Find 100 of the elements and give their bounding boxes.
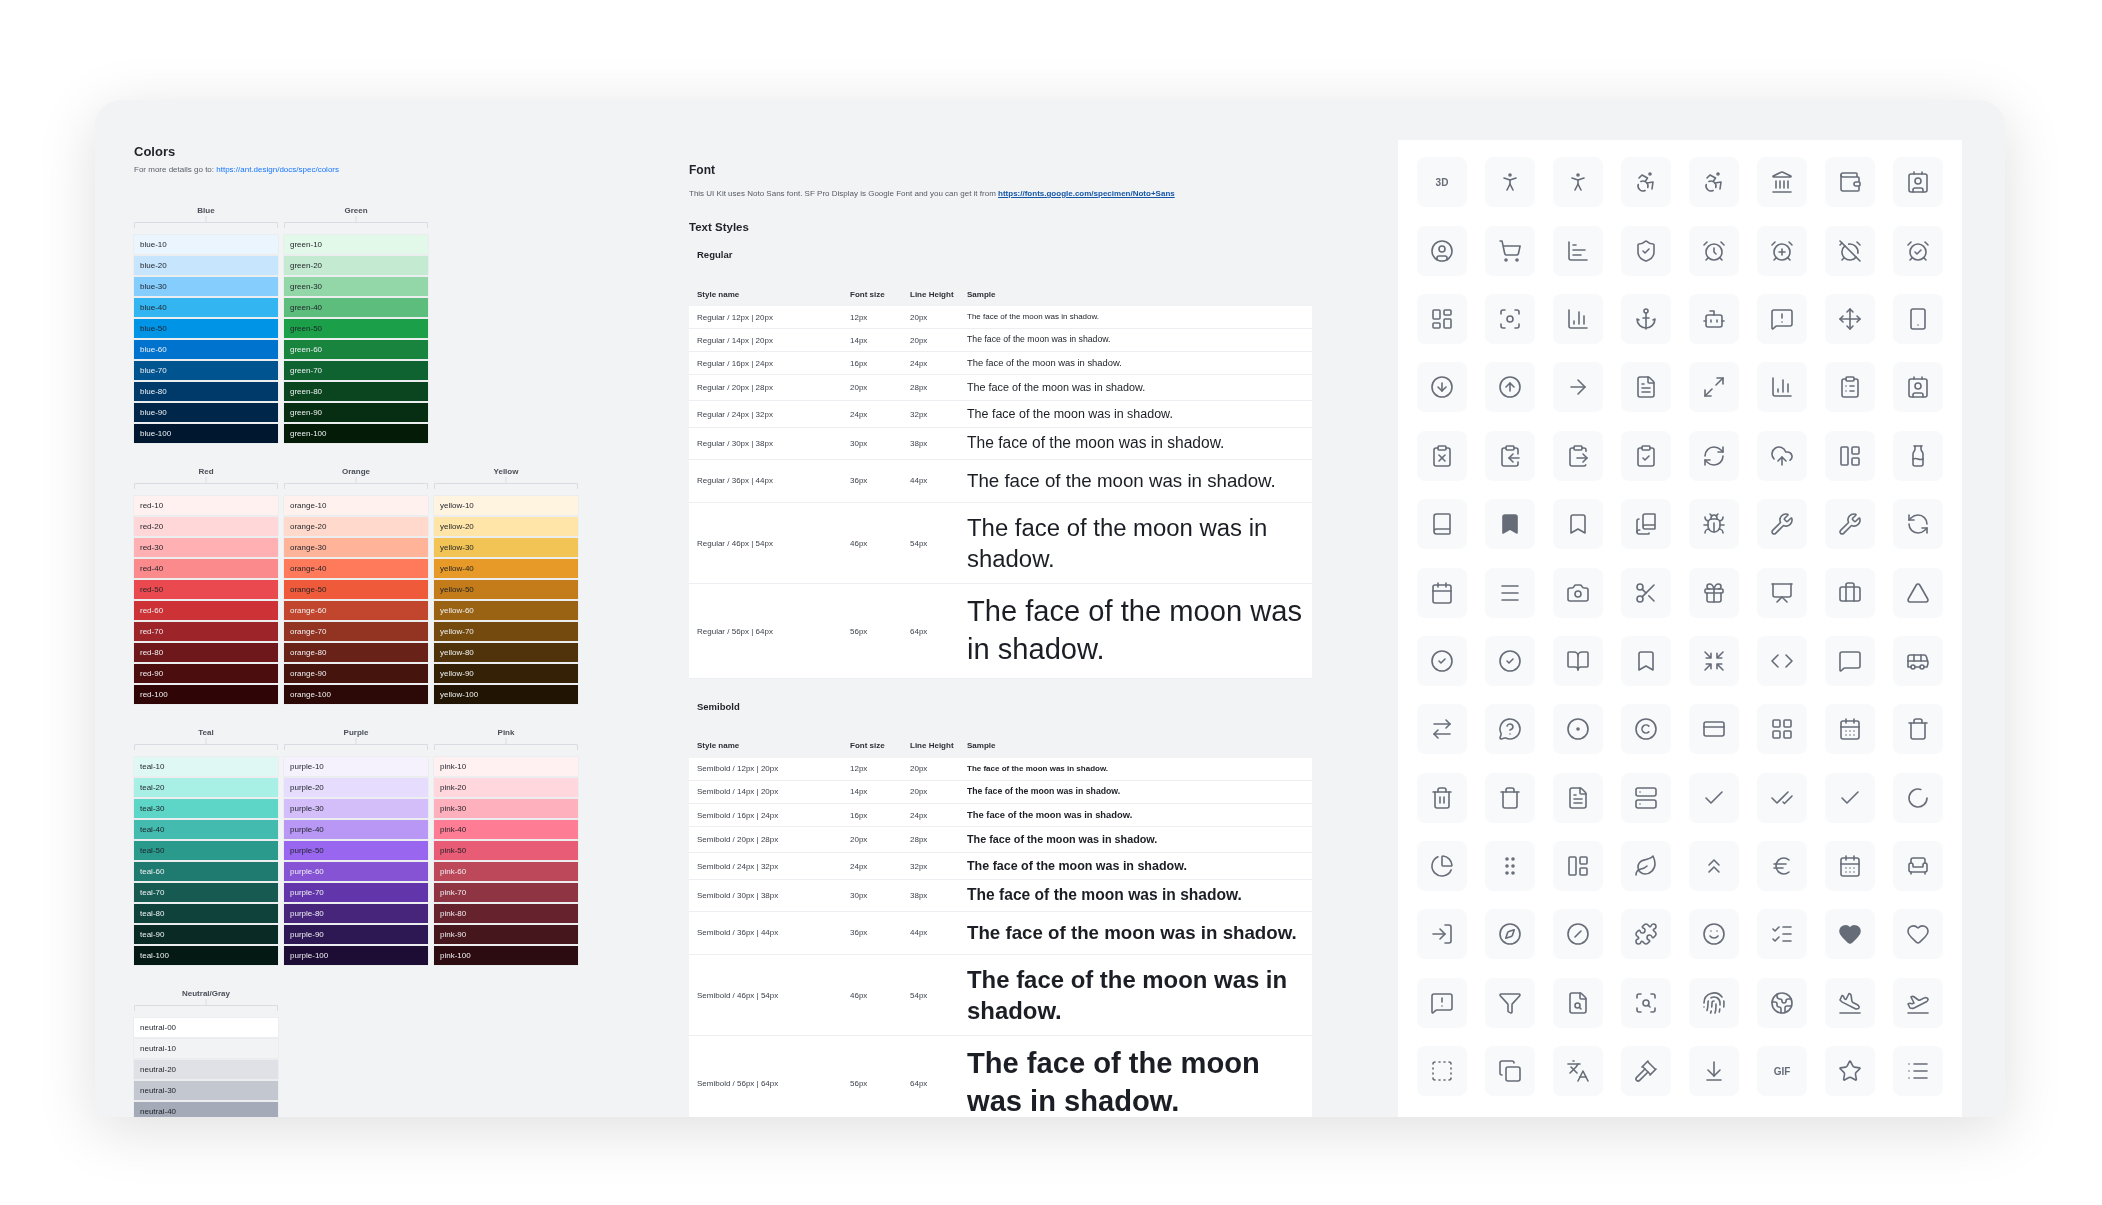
sample-text: The face of the moon was in shadow. xyxy=(967,762,1110,775)
color-swatch: teal-70 xyxy=(134,883,278,902)
gavel-icon xyxy=(1634,1059,1658,1084)
message-warning-icon xyxy=(1430,990,1454,1015)
clipboard-paste-icon xyxy=(1566,443,1590,468)
color-swatch: teal-80 xyxy=(134,904,278,923)
color-swatch: blue-20 xyxy=(134,256,278,275)
table-cell-text: Regular / 12px | 20px xyxy=(697,312,774,322)
message-icon xyxy=(1838,648,1862,673)
alarm-plus-icon xyxy=(1770,238,1794,263)
color-swatch: blue-60 xyxy=(134,340,278,359)
table-cell-text: Regular / 36px | 44px xyxy=(697,476,774,486)
layout-icon xyxy=(1566,854,1590,879)
color-swatch: blue-90 xyxy=(134,403,278,422)
table-cell-text: 20px xyxy=(850,383,869,392)
bank-icon xyxy=(1770,170,1794,195)
color-swatch: red-30 xyxy=(134,538,278,557)
dashboard-icon xyxy=(1430,306,1454,331)
table-cell-text: 38px xyxy=(910,439,929,449)
color-swatch: orange-10 xyxy=(284,496,428,515)
server-icon xyxy=(1634,785,1658,810)
color-swatch: teal-40 xyxy=(134,820,278,839)
table-cell-text: 30px xyxy=(850,439,869,449)
table-cell-text: 54px xyxy=(910,538,929,548)
table-cell-text: 56px xyxy=(850,1078,869,1088)
sample-text: The face of the moon was in shadow. xyxy=(967,433,1226,454)
cart-icon xyxy=(1498,238,1522,263)
color-swatch: teal-10 xyxy=(134,757,278,776)
color-swatch: green-60 xyxy=(284,340,428,359)
book-icon xyxy=(1430,512,1454,537)
table-cell-text: 24px xyxy=(850,861,869,871)
expand-icon xyxy=(1702,375,1726,400)
clipboard-check-icon xyxy=(1634,443,1658,468)
sample-text: The face of the moon was in shadow. xyxy=(967,785,1122,799)
sample-text: The face of the moon was in shadow. xyxy=(967,832,1159,848)
table-cell-text: Regular / 46px | 54px xyxy=(697,538,774,548)
color-swatch: blue-80 xyxy=(134,382,278,401)
sample-text: The face of the moon was in shadow. xyxy=(967,310,1101,323)
presentation-icon xyxy=(1770,580,1794,605)
sample-text: The face of the moon was in shadow. xyxy=(967,965,1289,1027)
color-swatch: blue-30 xyxy=(134,277,278,296)
table-cell-text: Regular / 16px | 24px xyxy=(697,358,774,368)
style-group-title: Semibold xyxy=(697,700,741,713)
fingerprint-icon xyxy=(1702,990,1726,1015)
color-swatch: purple-40 xyxy=(284,820,428,839)
check-circle-icon xyxy=(1498,648,1522,673)
table-cell-text: Semibold / 56px | 64px xyxy=(697,1078,780,1088)
table-cell-text: 64px xyxy=(910,626,929,636)
sample-text: The face of the moon was in shadow. xyxy=(967,513,1269,575)
leaf-icon xyxy=(1634,854,1658,879)
color-swatch: purple-60 xyxy=(284,862,428,881)
color-swatch: purple-90 xyxy=(284,925,428,944)
refresh-icon xyxy=(1702,443,1726,468)
style-group-title: Regular xyxy=(697,249,734,261)
filter-icon xyxy=(1498,990,1522,1015)
color-swatch: pink-80 xyxy=(434,904,578,923)
palette-name: Teal xyxy=(197,728,215,737)
color-swatch: purple-70 xyxy=(284,883,428,902)
color-swatch: neutral-30 xyxy=(134,1081,278,1100)
bar-chart-icon xyxy=(1566,238,1590,263)
table-cell-text: 46px xyxy=(850,538,869,548)
colors-link[interactable]: https://ant.design/docs/spec/colors xyxy=(216,165,339,174)
color-swatch: green-40 xyxy=(284,298,428,317)
palette-name: Green xyxy=(343,206,369,215)
font-link[interactable]: https://fonts.google.com/specimen/Noto+Sans xyxy=(998,189,1175,198)
sample-text: The face of the moon was in shadow. xyxy=(967,857,1188,875)
wrench-icon xyxy=(1838,512,1862,537)
table-cell-text: Semibold / 16px | 24px xyxy=(697,810,780,820)
sample-text: The face of the moon was in shadow. xyxy=(967,885,1243,906)
sample-text: The face of the moon was in shadow. xyxy=(967,594,1303,668)
table-cell-text: 14px xyxy=(850,787,869,797)
table-cell-text: 24px xyxy=(910,810,929,820)
color-swatch: purple-50 xyxy=(284,841,428,860)
sample-text: The face of the moon was in shadow. xyxy=(967,405,1174,423)
clipboard-x-icon xyxy=(1430,443,1454,468)
triangle-icon xyxy=(1906,580,1930,605)
table-cell-text: Semibold / 14px | 20px xyxy=(697,787,780,797)
table-cell-text: 44px xyxy=(910,928,929,938)
arrow-down-circle-icon xyxy=(1430,375,1454,400)
color-swatch: green-50 xyxy=(284,319,428,338)
icon-label: 3D xyxy=(1435,176,1449,188)
color-swatch: red-50 xyxy=(134,580,278,599)
shield-check-icon xyxy=(1634,238,1658,263)
color-swatch: neutral-20 xyxy=(134,1060,278,1079)
color-swatch: purple-10 xyxy=(284,757,428,776)
clipboard-copy-icon xyxy=(1498,443,1522,468)
briefcase-icon xyxy=(1838,580,1862,605)
table-cell-text: 36px xyxy=(850,928,869,938)
sample-text: The face of the moon was in shadow. xyxy=(967,468,1277,493)
color-swatch: neutral-40 xyxy=(134,1102,278,1117)
color-swatch: pink-50 xyxy=(434,841,578,860)
color-swatch: yellow-90 xyxy=(434,664,578,683)
section-title: Colors xyxy=(134,144,177,160)
column-header: Font size xyxy=(850,741,886,751)
message-warning-icon xyxy=(1770,306,1794,331)
table-cell-text: 64px xyxy=(910,1078,929,1088)
column-header: Font size xyxy=(850,289,886,299)
color-swatch: purple-80 xyxy=(284,904,428,923)
palette-name: Blue xyxy=(196,206,216,215)
palette-name: Pink xyxy=(496,728,516,737)
